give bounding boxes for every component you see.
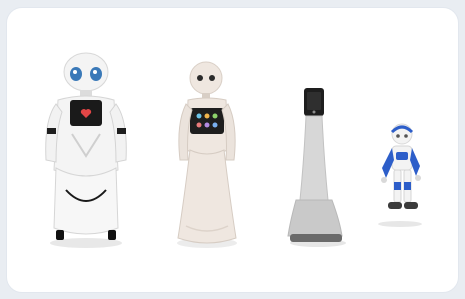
- small-blue-humanoid-robot-icon: [378, 123, 422, 227]
- humanoid-tablet-robot-icon: [177, 61, 237, 248]
- telepresence-kiosk-robot-icon: [287, 88, 346, 247]
- robots-photo: [0, 0, 465, 299]
- white-companion-robot-icon: [45, 52, 127, 248]
